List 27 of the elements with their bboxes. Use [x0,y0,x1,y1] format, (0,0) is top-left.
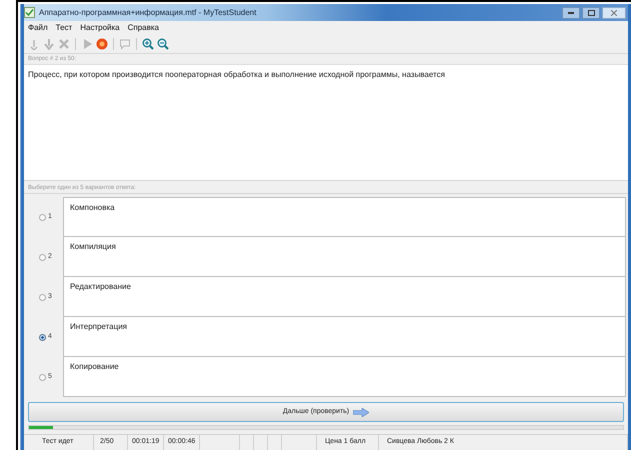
arrow-icon [353,408,370,416]
minimize-icon [568,12,574,14]
minimize-button[interactable] [562,6,580,18]
close-icon [611,10,617,16]
answer-option[interactable]: Копирование [63,357,626,397]
radio-button[interactable] [39,334,46,340]
menu-item[interactable]: Файл [28,22,48,34]
maximize-button[interactable] [582,6,600,18]
answer-option[interactable]: Компоновка [63,197,626,237]
menu-item[interactable]: Справка [128,22,160,34]
question-text: Процесс, при котором производится пооператорная обработка и выполнение исходной программы, называется [28,69,446,81]
stop-icon[interactable] [96,38,108,50]
close-button[interactable] [602,6,626,18]
answer-option[interactable]: Компиляция [63,237,626,277]
zoom-in-icon[interactable] [142,38,154,50]
menu-item[interactable]: Настройка [80,22,120,34]
window-title: Аппаратно-программная+информация.mtf - MyTestStudent [39,6,256,18]
radio-button[interactable] [39,214,46,220]
menu-item[interactable]: Тест [56,22,72,34]
maximize-icon [588,10,594,16]
app-icon [24,7,35,18]
zoom-out-icon[interactable] [157,38,169,50]
answer-option[interactable]: Интерпретация [63,317,626,357]
radio-button[interactable] [39,374,46,380]
radio-button[interactable] [39,254,46,260]
answer-option[interactable]: Редактирование [63,277,626,317]
radio-button[interactable] [39,294,46,300]
